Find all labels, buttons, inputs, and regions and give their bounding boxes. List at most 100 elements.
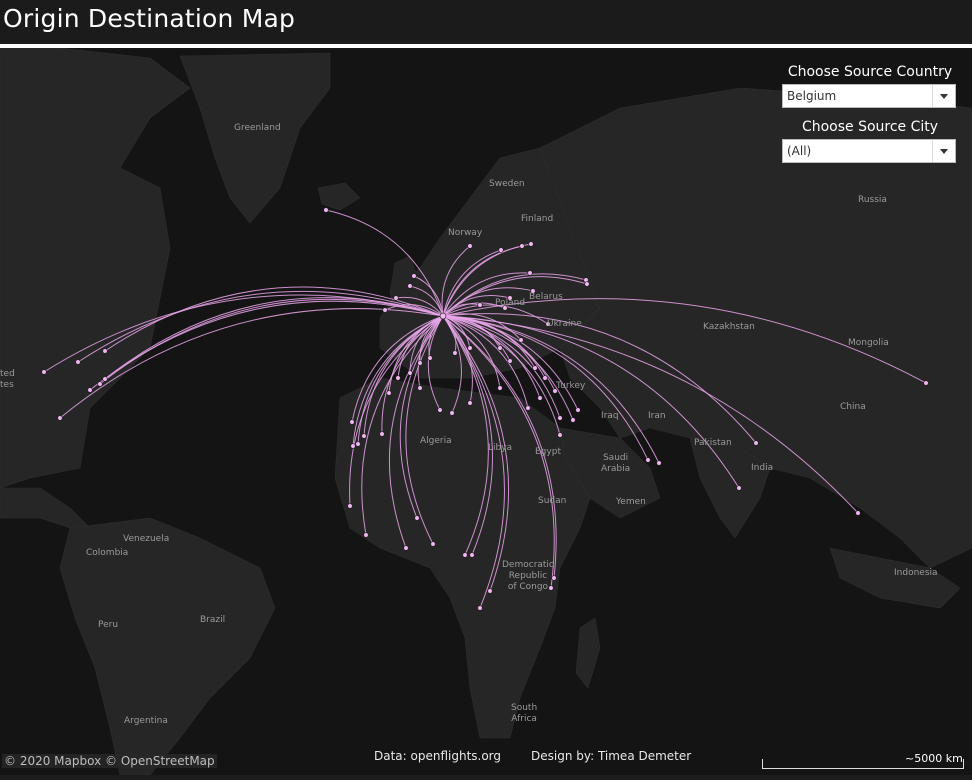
- source-country-value: Belgium: [787, 89, 837, 103]
- destination-dot[interactable]: [467, 243, 473, 249]
- destination-dot[interactable]: [855, 510, 861, 516]
- destination-dot[interactable]: [498, 247, 504, 253]
- destination-dot[interactable]: [497, 385, 503, 391]
- label-argentina: Argentina: [124, 716, 168, 726]
- destination-dot[interactable]: [430, 541, 436, 547]
- destination-dot[interactable]: [736, 485, 742, 491]
- destination-dot[interactable]: [386, 390, 392, 396]
- land-africa: [334, 377, 591, 739]
- destination-dot[interactable]: [102, 376, 108, 382]
- chevron-down-icon: [940, 94, 948, 99]
- label-peru: Peru: [98, 620, 119, 630]
- chevron-down-icon: [940, 149, 948, 154]
- label-drc: Democratic Republic of Congo: [502, 560, 554, 592]
- source-city-label: Choose Source City: [801, 119, 939, 135]
- label-greenland: Greenland: [234, 123, 281, 133]
- destination-dot[interactable]: [584, 281, 590, 287]
- destination-dot[interactable]: [379, 431, 385, 437]
- destination-dot[interactable]: [395, 375, 401, 381]
- source-country-dropdown[interactable]: Belgium: [782, 84, 956, 108]
- destination-dot[interactable]: [41, 369, 47, 375]
- land-iceland: [317, 182, 361, 211]
- source-city-toggle[interactable]: [932, 140, 955, 162]
- design-credit: Design by: Timea Demeter: [531, 749, 692, 763]
- destination-dot[interactable]: [497, 345, 503, 351]
- destination-dot[interactable]: [477, 302, 483, 308]
- destination-dot[interactable]: [528, 241, 534, 247]
- destination-dot[interactable]: [487, 588, 493, 594]
- label-india: India: [751, 463, 774, 473]
- label-turkey: Turkey: [556, 381, 586, 391]
- destination-dot[interactable]: [467, 400, 473, 406]
- label-finland: Finland: [521, 214, 554, 224]
- destination-dot[interactable]: [414, 515, 420, 521]
- destination-dot[interactable]: [437, 407, 443, 413]
- label-algeria: Algeria: [420, 436, 452, 446]
- destination-dot[interactable]: [323, 207, 329, 213]
- destination-dot[interactable]: [542, 375, 548, 381]
- scale-label: ~5000 km: [905, 752, 963, 765]
- label-pakistan: Pakistan: [694, 438, 732, 448]
- origin-dot[interactable]: [439, 312, 447, 320]
- destination-dot[interactable]: [557, 432, 563, 438]
- destination-dot[interactable]: [407, 283, 413, 289]
- destination-dot[interactable]: [467, 345, 473, 351]
- destination-dot[interactable]: [355, 441, 361, 447]
- destination-dot[interactable]: [477, 605, 483, 611]
- destination-dot[interactable]: [407, 370, 413, 376]
- destination-dot[interactable]: [382, 307, 388, 313]
- destination-dot[interactable]: [417, 385, 423, 391]
- destination-dot[interactable]: [427, 355, 433, 361]
- destination-dot[interactable]: [393, 295, 399, 301]
- label-poland: Poland: [495, 298, 526, 308]
- destination-dot[interactable]: [537, 395, 543, 401]
- destination-dot[interactable]: [462, 552, 468, 558]
- destination-dot[interactable]: [449, 410, 455, 416]
- destination-dot[interactable]: [57, 415, 63, 421]
- destination-dot[interactable]: [570, 417, 576, 423]
- destination-dot[interactable]: [102, 348, 108, 354]
- label-libya: Libya: [488, 443, 513, 453]
- destination-dot[interactable]: [645, 457, 651, 463]
- destination-dot[interactable]: [525, 405, 531, 411]
- label-south-africa: South Africa: [511, 703, 538, 724]
- destination-dot[interactable]: [519, 243, 525, 249]
- destination-dot[interactable]: [361, 433, 367, 439]
- destination-dot[interactable]: [507, 358, 513, 364]
- data-credit: Data: openflights.org: [374, 749, 502, 763]
- destination-dot[interactable]: [417, 360, 423, 366]
- label-united-states: ted tes: [0, 369, 15, 390]
- destination-dot[interactable]: [557, 415, 563, 421]
- destination-dot[interactable]: [350, 443, 356, 449]
- destination-dot[interactable]: [349, 419, 355, 425]
- destination-dot[interactable]: [469, 552, 475, 558]
- label-brazil: Brazil: [200, 615, 226, 625]
- land-greenland: [179, 52, 331, 224]
- header: Origin Destination Map: [0, 0, 972, 44]
- label-belarus: Belarus: [529, 292, 563, 302]
- destination-dot[interactable]: [923, 380, 929, 386]
- label-colombia: Colombia: [86, 548, 129, 558]
- destination-dot[interactable]: [363, 532, 369, 538]
- label-yemen: Yemen: [616, 497, 646, 507]
- destination-dot[interactable]: [403, 545, 409, 551]
- source-city-dropdown[interactable]: (All): [782, 139, 956, 163]
- label-ukraine: Ukraine: [547, 319, 582, 329]
- destination-dot[interactable]: [518, 337, 524, 343]
- label-iran: Iran: [648, 411, 666, 421]
- destination-dot[interactable]: [532, 365, 538, 371]
- destination-dot[interactable]: [97, 381, 103, 387]
- destination-dot[interactable]: [527, 270, 533, 276]
- destination-dot[interactable]: [575, 407, 581, 413]
- label-russia: Russia: [858, 195, 887, 205]
- destination-dot[interactable]: [87, 387, 93, 393]
- destination-dot[interactable]: [452, 350, 458, 356]
- destination-dot[interactable]: [656, 460, 662, 466]
- source-country-toggle[interactable]: [932, 85, 955, 107]
- label-saudi-arabia: Saudi Arabia: [601, 453, 631, 474]
- destination-dot[interactable]: [75, 359, 81, 365]
- map-attribution[interactable]: © 2020 Mapbox © OpenStreetMap: [2, 754, 217, 768]
- destination-dot[interactable]: [753, 440, 759, 446]
- destination-dot[interactable]: [411, 273, 417, 279]
- destination-dot[interactable]: [347, 503, 353, 509]
